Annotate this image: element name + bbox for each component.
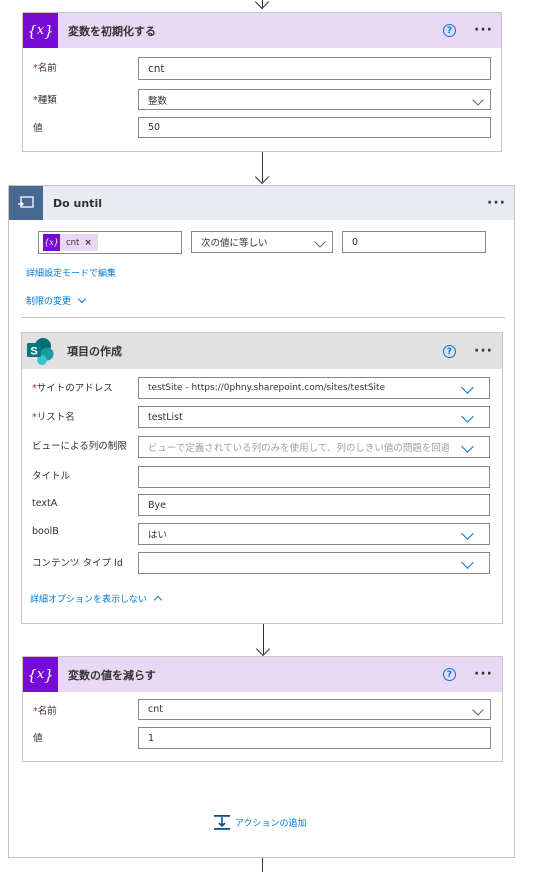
add-action-button[interactable]: アクションの追加 [213, 814, 307, 831]
help-circle-icon[interactable]: ? [443, 668, 456, 681]
create-item-card: S 項目の作成 ? ··· *サイトのアドレス testSite - https… [21, 332, 503, 624]
title-input[interactable] [138, 466, 490, 488]
operator-dropdown[interactable]: 次の値に等しい [191, 231, 333, 253]
list-name-label: *リスト名 [32, 412, 75, 423]
help-circle-icon[interactable]: ? [443, 345, 456, 358]
name-label: *名前 [33, 63, 57, 74]
connector-arrow-icon [255, 641, 271, 657]
do-until-loop-icon [9, 186, 43, 220]
variable-braces-icon: {x} [43, 234, 60, 251]
variable-braces-icon: {x} [23, 13, 58, 48]
name-label: *名前 [33, 706, 57, 717]
boolb-dropdown[interactable]: はい [138, 523, 490, 545]
card-title: Do until [53, 196, 102, 210]
add-action-label: アクションの追加 [235, 819, 307, 829]
do-until-card: Do until ··· {x} cnt × 次の値に等しい 0 詳細設定モード… [8, 185, 515, 858]
site-address-dropdown[interactable]: testSite - https://0phny.sharepoint.com/… [138, 377, 490, 399]
value-label: 値 [33, 733, 43, 744]
view-limit-dropdown[interactable]: ビューで定義されている列のみを使用して、列のしきい値の問題を回避しま [138, 436, 490, 458]
site-address-label: *サイトのアドレス [32, 383, 113, 394]
texta-input[interactable]: Bye [138, 494, 490, 516]
more-ellipsis-icon[interactable]: ··· [474, 667, 493, 681]
texta-label: textA [32, 498, 58, 509]
token-label: cnt [66, 237, 80, 248]
initialize-variable-header[interactable]: {x} 変数を初期化する ? ··· [23, 13, 501, 48]
help-circle-icon[interactable]: ? [443, 24, 456, 37]
more-ellipsis-icon[interactable]: ··· [474, 23, 493, 37]
decrement-variable-card: {x} 変数の値を減らす ? ··· *名前 cnt 値 1 [22, 656, 503, 762]
divider [21, 317, 505, 318]
type-dropdown[interactable]: 整数 [138, 89, 491, 110]
value-input[interactable]: 1 [138, 727, 491, 749]
value-input[interactable]: 50 [138, 117, 491, 138]
more-ellipsis-icon[interactable]: ··· [487, 196, 506, 210]
card-title: 変数の値を減らす [68, 668, 156, 682]
variable-braces-icon: {x} [23, 657, 58, 692]
create-item-header[interactable]: S 項目の作成 ? ··· [22, 333, 502, 369]
title-label: タイトル [32, 471, 71, 482]
decrement-variable-header[interactable]: {x} 変数の値を減らす ? ··· [23, 657, 502, 692]
add-action-icon [214, 815, 230, 830]
boolb-label: boolB [32, 526, 59, 537]
connector-arrow-icon [254, 0, 270, 10]
do-until-header[interactable]: Do until ··· [9, 186, 514, 220]
compare-value-input[interactable]: 0 [342, 231, 486, 253]
chevron-down-icon [77, 294, 87, 304]
cnt-token[interactable]: {x} cnt × [43, 234, 98, 251]
initialize-variable-card: {x} 変数を初期化する ? ··· *名前 cnt *種類 整数 値 50 [22, 12, 502, 152]
name-input[interactable]: cnt [138, 57, 491, 80]
value-label: 値 [33, 123, 43, 134]
content-type-label: コンテンツ タイプ Id [32, 558, 123, 569]
chevron-up-icon [153, 595, 163, 605]
token-remove-icon[interactable]: × [84, 238, 92, 248]
connector-line [262, 858, 263, 872]
change-limits-link[interactable]: 制限の変更 [26, 294, 87, 307]
list-name-dropdown[interactable]: testList [138, 406, 490, 428]
content-type-dropdown[interactable] [138, 552, 490, 574]
connector-arrow-icon [254, 169, 270, 185]
condition-left-operand[interactable]: {x} cnt × [38, 231, 182, 254]
sharepoint-icon: S [22, 333, 58, 369]
svg-text:S: S [30, 346, 37, 358]
advanced-mode-link[interactable]: 詳細設定モードで編集 [26, 266, 116, 279]
hide-advanced-options-link[interactable]: 詳細オプションを表示しない [30, 592, 163, 605]
type-label: *種類 [33, 95, 57, 106]
name-dropdown[interactable]: cnt [138, 699, 491, 720]
card-title: 変数を初期化する [68, 24, 156, 38]
view-limit-label: ビューによる列の制限 [32, 441, 127, 452]
more-ellipsis-icon[interactable]: ··· [474, 344, 493, 358]
card-title: 項目の作成 [67, 345, 122, 358]
